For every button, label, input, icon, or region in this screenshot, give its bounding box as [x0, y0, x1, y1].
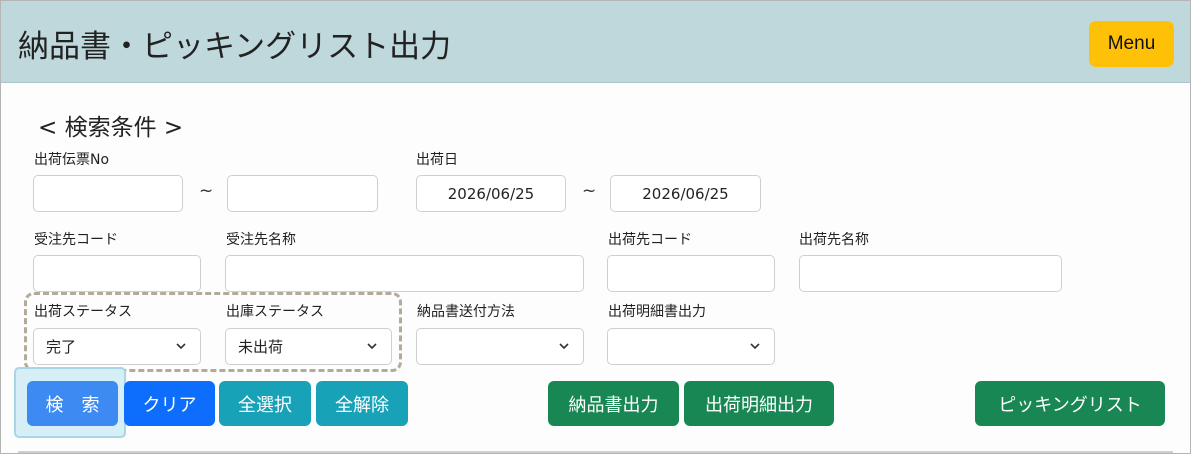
search-button[interactable]: 検 索: [27, 381, 118, 426]
chevron-down-icon: [750, 343, 760, 350]
delivery-method-select[interactable]: [416, 328, 584, 365]
app-header: 納品書・ピッキングリスト出力 Menu: [1, 1, 1190, 83]
dest-code-label: 出荷先コード: [608, 232, 692, 248]
ship-status-label: 出荷ステータス: [34, 304, 132, 320]
picking-list-button[interactable]: ピッキングリスト: [975, 381, 1165, 426]
slip-no-from-input[interactable]: [33, 175, 183, 212]
ship-status-value: 完了: [46, 338, 77, 356]
ship-status-select[interactable]: 完了: [33, 328, 201, 365]
slip-no-label: 出荷伝票No: [34, 152, 110, 168]
range-separator: ~: [582, 181, 597, 201]
ship-date-to-input[interactable]: 2026/06/25: [610, 175, 761, 212]
menu-button[interactable]: Menu: [1089, 21, 1174, 67]
ship-date-from-input[interactable]: 2026/06/25: [416, 175, 566, 212]
customer-name-input[interactable]: [225, 255, 584, 292]
customer-code-label: 受注先コード: [34, 232, 118, 248]
divider: [18, 451, 1173, 453]
chevron-down-icon: [176, 343, 186, 350]
customer-code-input[interactable]: [33, 255, 201, 292]
customer-name-label: 受注先名称: [226, 232, 296, 248]
range-separator: ~: [199, 181, 214, 201]
page-title: 納品書・ピッキングリスト出力: [18, 29, 452, 65]
detail-output-select[interactable]: [607, 328, 775, 365]
slip-no-to-input[interactable]: [227, 175, 378, 212]
delivery-method-label: 納品書送付方法: [417, 304, 515, 320]
dest-name-label: 出荷先名称: [799, 232, 869, 248]
invoice-output-button[interactable]: 納品書出力: [548, 381, 679, 426]
select-all-button[interactable]: 全選択: [219, 381, 311, 426]
warehouse-status-label: 出庫ステータス: [226, 304, 324, 320]
warehouse-status-select[interactable]: 未出荷: [225, 328, 392, 365]
ship-date-label: 出荷日: [416, 152, 458, 168]
search-conditions-title: < 検索条件 >: [38, 115, 184, 141]
detail-output-button[interactable]: 出荷明細出力: [684, 381, 834, 426]
clear-button[interactable]: クリア: [124, 381, 215, 426]
dest-code-input[interactable]: [607, 255, 775, 292]
chevron-down-icon: [367, 343, 377, 350]
deselect-all-button[interactable]: 全解除: [316, 381, 408, 426]
warehouse-status-value: 未出荷: [238, 338, 284, 356]
dest-name-input[interactable]: [799, 255, 1062, 292]
chevron-down-icon: [559, 343, 569, 350]
detail-output-label: 出荷明細書出力: [608, 304, 706, 320]
